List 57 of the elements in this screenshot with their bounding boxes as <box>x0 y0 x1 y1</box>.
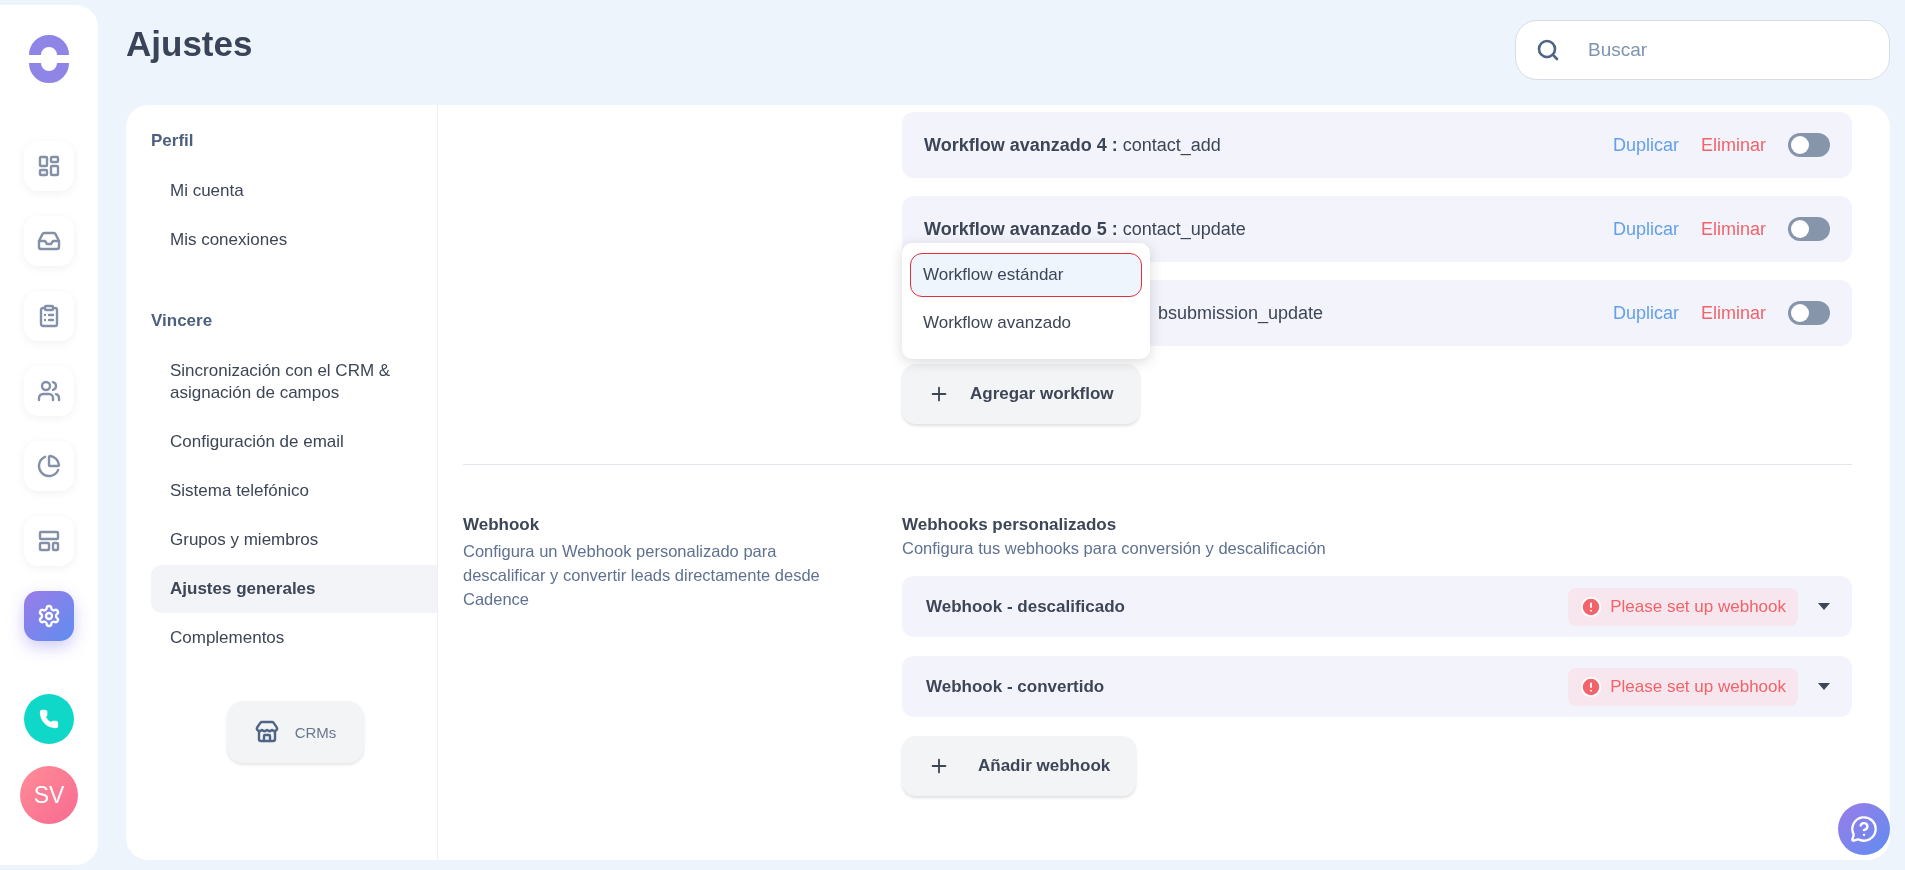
alert-icon <box>1580 595 1603 618</box>
nav-item[interactable]: Complementos <box>151 614 437 662</box>
page-title: Ajustes <box>126 24 253 64</box>
add-webhook-button[interactable]: Añadir webhook <box>902 736 1137 796</box>
workflow-title: Workflow avanzado 5 : contact_update <box>924 218 1247 240</box>
add-workflow-button[interactable]: Agregar workflow <box>902 364 1140 424</box>
menu-item[interactable]: Workflow avanzado <box>910 301 1142 345</box>
settings-icon <box>37 604 61 628</box>
webhook-row[interactable]: Webhook - descalificado Please set up webhook <box>902 576 1852 637</box>
layout-icon <box>37 529 61 553</box>
clipboard-list-icon <box>37 304 61 328</box>
nav-item[interactable]: Ajustes generales <box>151 565 437 613</box>
workflow-title: Workflow avanzado 4 : contact_add <box>924 134 1222 156</box>
layout-button[interactable] <box>24 516 74 566</box>
search-icon <box>1536 38 1560 62</box>
clipboard-list-button[interactable] <box>24 291 74 341</box>
search-bar[interactable]: Buscar <box>1515 20 1890 80</box>
nav-item[interactable]: Sincronización con el CRM & asignación de campos <box>151 347 437 417</box>
crms-button[interactable]: CRMs <box>227 701 364 763</box>
nav-item[interactable]: Sistema telefónico <box>151 467 437 515</box>
phone-button[interactable] <box>24 694 74 744</box>
nav-item[interactable]: Mis conexiones <box>151 216 437 264</box>
nav-item[interactable]: Grupos y miembros <box>151 516 437 564</box>
menu-item[interactable]: Workflow estándar <box>910 253 1142 297</box>
pie-chart-icon <box>37 454 61 478</box>
toggle-switch[interactable] <box>1788 217 1830 241</box>
toggle-switch[interactable] <box>1788 301 1830 325</box>
caret-icon[interactable] <box>1818 682 1830 691</box>
tray-icon <box>37 229 61 253</box>
help-icon <box>1850 815 1878 843</box>
tray-button[interactable] <box>24 216 74 266</box>
people-button[interactable] <box>24 366 74 416</box>
pie-chart-button[interactable] <box>24 441 74 491</box>
nav-item[interactable]: Mi cuenta <box>151 167 437 215</box>
webhook-name: Webhook - convertido <box>926 676 1106 697</box>
people-icon <box>37 379 61 403</box>
webhooks-subheading: Configura tus webhooks para conversión y descalificación <box>902 539 1327 558</box>
section-title: Webhook <box>463 515 541 535</box>
nav-group-title: Vincere <box>151 310 214 332</box>
phone-icon <box>39 709 59 729</box>
webhook-name: Webhook - descalificado <box>926 596 1126 617</box>
settings-button[interactable] <box>24 591 74 641</box>
nav-item[interactable]: Configuración de email <box>151 418 437 466</box>
dashboard-icon <box>37 154 61 178</box>
alert-icon <box>1580 675 1603 698</box>
toggle-switch[interactable] <box>1788 133 1830 157</box>
section-description: Configura un Webhook personalizado para descalificar y convertir leads directamente desde Cadence <box>463 541 821 610</box>
warning-badge: Please set up webhook <box>1568 587 1798 626</box>
store-icon <box>254 720 279 744</box>
webhooks-heading: Webhooks personalizados <box>902 515 1118 535</box>
search-input[interactable]: Buscar <box>1586 38 1846 62</box>
webhook-row[interactable]: Webhook - convertido Please set up webhook <box>902 656 1852 717</box>
nav-group-title: Perfil <box>151 130 195 152</box>
caret-icon[interactable] <box>1818 602 1830 611</box>
warning-badge: Please set up webhook <box>1568 667 1798 706</box>
workflow-title: bsubmission_update <box>1158 302 1325 324</box>
dashboard-button[interactable] <box>24 141 74 191</box>
